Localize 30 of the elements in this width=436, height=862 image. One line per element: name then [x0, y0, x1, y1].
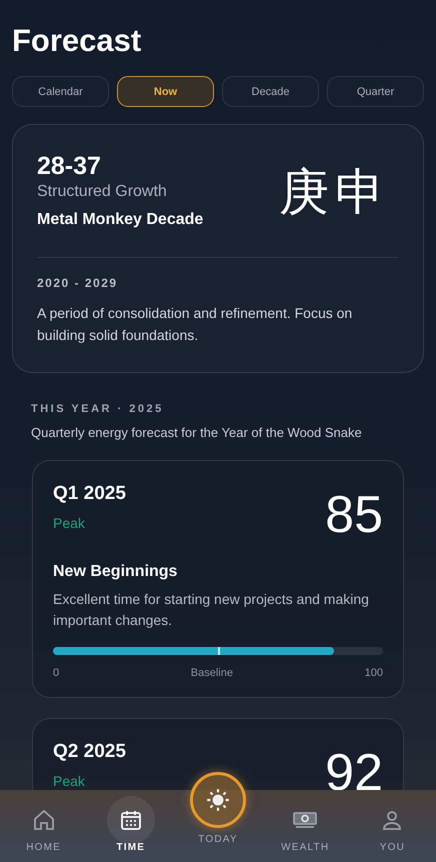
- quarter-title: Q1 2025: [53, 483, 126, 505]
- tab[interactable]: Quarter: [327, 76, 424, 107]
- chinese-characters: 庚申: [279, 162, 391, 223]
- scale-min: 0: [53, 667, 60, 679]
- section-label: THIS YEAR · 2025: [31, 403, 165, 415]
- nav-item[interactable]: TIME: [87, 790, 174, 862]
- nav-item[interactable]: HOME: [0, 790, 88, 862]
- quarter-score: 85: [325, 487, 383, 543]
- tab[interactable]: Calendar: [12, 76, 109, 107]
- quarter-description: Excellent time for starting new projects and making important changes.: [53, 590, 370, 630]
- decade-description: A period of consolidation and refinement. Focus on building solid foundations.: [37, 304, 354, 345]
- tab[interactable]: Decade: [222, 76, 319, 107]
- quarter-status: Peak: [53, 515, 86, 531]
- quarter-title: Q2 2025: [53, 741, 126, 763]
- decade-name: Metal Monkey Decade: [37, 211, 204, 229]
- home-icon: [32, 808, 56, 832]
- calendar-icon: [118, 808, 143, 832]
- baseline-marker: [218, 647, 220, 655]
- quarter-status: Peak: [53, 773, 86, 789]
- section-subtitle: Quarterly energy forecast for the Year of the Wood Snake: [31, 425, 363, 440]
- today-button[interactable]: TODAY: [174, 772, 262, 862]
- page-title: Forecast: [12, 22, 142, 60]
- decade-years: 2020 - 2029: [37, 276, 119, 290]
- decade-theme: Structured Growth: [37, 183, 168, 201]
- scale-label: Baseline: [190, 667, 233, 679]
- scale-max: 100: [364, 667, 383, 679]
- age-range: 28-37: [37, 151, 102, 181]
- tab[interactable]: Now: [117, 76, 214, 107]
- quarter-name: New Beginnings: [53, 563, 178, 581]
- sun-icon: [205, 787, 231, 813]
